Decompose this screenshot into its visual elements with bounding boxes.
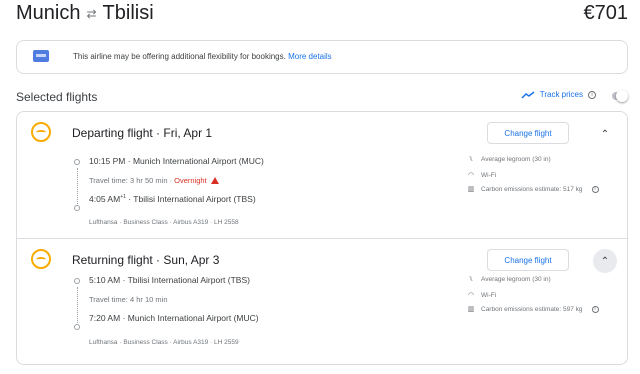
departure-dot [74, 278, 80, 284]
notice-text: This airline may be offering additional … [73, 52, 286, 61]
flight-details: Lufthansa · Business Class · Airbus A319… [89, 339, 239, 346]
info-icon[interactable]: i [588, 90, 596, 99]
arrival-airport: Munich International Airport (MUC) [127, 313, 259, 323]
departing-date: Fri, Apr 1 [163, 126, 213, 140]
chevron-up-icon[interactable]: ⌃ [593, 122, 617, 146]
track-prices-label: Track prices [539, 90, 583, 99]
change-flight-button[interactable]: Change flight [487, 122, 569, 144]
track-prices[interactable]: Track prices i [521, 90, 596, 99]
wifi-amenity: ◠ Wi-Fi [467, 171, 497, 180]
flight-timeline [73, 156, 83, 220]
travel-time: Travel time: 4 hr 10 min [89, 295, 168, 304]
departure-stop: 5:10 AM · Tbilisi International Airport … [89, 275, 250, 285]
wifi-icon: ◠ [467, 292, 475, 299]
returning-segment: Returning flight · Sun, Apr 3 Change fli… [17, 239, 627, 365]
arrival-dot [74, 324, 80, 330]
timeline-line [76, 287, 78, 323]
travel-time: Travel time: 3 hr 50 min · Overnight [89, 176, 219, 185]
trend-icon [521, 90, 535, 99]
departure-stop: 10:15 PM · Munich International Airport … [89, 156, 264, 166]
next-day-marker: +1 [120, 194, 126, 201]
arrival-time: 4:05 AM [89, 194, 121, 204]
timeline-line [76, 168, 78, 204]
wifi-amenity: ◠ Wi-Fi [467, 291, 497, 300]
route-title: Munich ⇄ Tbilisi [16, 2, 154, 25]
destination-city: Tbilisi [102, 2, 154, 24]
arrival-dot [74, 205, 80, 211]
legroom-amenity: ⑊ Average legroom (30 in) [468, 156, 551, 163]
info-icon[interactable]: i [591, 185, 599, 193]
seat-icon: ⑊ [468, 276, 474, 283]
returning-title: Returning flight · Sun, Apr 3 [72, 253, 220, 267]
chevron-up-icon[interactable]: ⌃ [593, 249, 617, 273]
departure-airport: Tbilisi International Airport (TBS) [127, 275, 250, 285]
departing-title: Departing flight · Fri, Apr 1 [72, 126, 213, 140]
lufthansa-logo-icon [31, 122, 51, 142]
total-price: €701 [583, 2, 629, 24]
more-details-link[interactable]: More details [288, 52, 332, 61]
origin-city: Munich [16, 2, 81, 24]
departure-time: 10:15 PM [89, 156, 126, 166]
info-icon[interactable]: i [591, 305, 599, 313]
lufthansa-logo-icon [31, 249, 51, 269]
legroom-amenity: ⑊ Average legroom (30 in) [468, 276, 551, 283]
arrival-stop: 7:20 AM · Munich International Airport (… [89, 313, 259, 323]
flight-timeline [73, 275, 83, 339]
change-flight-button[interactable]: Change flight [487, 249, 569, 271]
selected-flights-card: Departing flight · Fri, Apr 1 Change fli… [16, 111, 628, 365]
departure-time: 5:10 AM [89, 275, 121, 285]
flight-details: Lufthansa · Business Class · Airbus A319… [89, 219, 239, 226]
seat-icon: ⑊ [468, 156, 474, 163]
arrival-stop: 4:05 AM+1 · Tbilisi International Airpor… [89, 194, 256, 204]
arrival-time: 7:20 AM [89, 313, 121, 323]
ticket-icon [33, 50, 49, 62]
emissions-icon: ▥ [467, 186, 475, 193]
departure-dot [74, 159, 80, 165]
track-prices-toggle[interactable] [612, 90, 628, 102]
emissions-amenity: ▥ Carbon emissions estimate: 597 kg i [467, 305, 599, 313]
departing-segment: Departing flight · Fri, Apr 1 Change fli… [17, 112, 627, 238]
overnight-label: Overnight [174, 176, 207, 185]
wifi-icon: ◠ [467, 172, 475, 179]
emissions-icon: ▥ [467, 306, 475, 313]
warning-icon [210, 177, 219, 184]
flexibility-notice: This airline may be offering additional … [16, 40, 628, 74]
arrival-airport: Tbilisi International Airport (TBS) [133, 194, 256, 204]
departure-airport: Munich International Airport (MUC) [132, 156, 264, 166]
swap-arrows-icon: ⇄ [86, 6, 97, 21]
returning-date: Sun, Apr 3 [163, 253, 220, 267]
selected-flights-heading: Selected flights [16, 90, 98, 104]
emissions-amenity: ▥ Carbon emissions estimate: 517 kg i [467, 185, 599, 193]
